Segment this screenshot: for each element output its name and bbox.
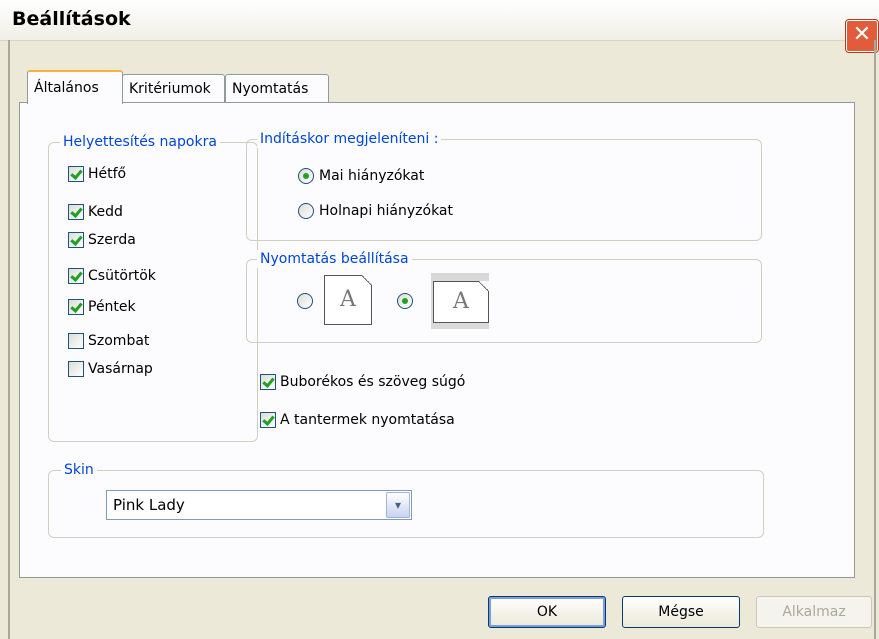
startup-group-label: Indításkor megjeleníteni : — [257, 130, 442, 148]
skin-group-label: Skin — [61, 461, 97, 479]
checkbox-vasarnap[interactable] — [68, 361, 84, 377]
days-group-label: Helyettesítés napokra — [60, 133, 220, 151]
checkbox-kedd[interactable] — [68, 204, 84, 220]
checkbox-label: Vasárnap — [88, 361, 153, 377]
cancel-button[interactable]: Mégse — [622, 596, 740, 628]
radio-mai-hianyzokat[interactable] — [298, 168, 314, 184]
tab-nyomtatas[interactable]: Nyomtatás — [225, 74, 329, 102]
skin-select[interactable]: Pink Lady ▾ — [106, 490, 412, 520]
checkbox-tantermek-nyomtatasa[interactable] — [260, 412, 276, 428]
checkbox-szerda[interactable] — [68, 232, 84, 248]
print-settings-group-label: Nyomtatás beállítása — [257, 250, 412, 268]
checkbox-csutortok[interactable] — [68, 268, 84, 284]
checkbox-hetfo[interactable] — [68, 166, 84, 182]
apply-button[interactable]: Alkalmaz — [756, 596, 872, 628]
tab-altalanos[interactable]: Általános — [27, 70, 123, 104]
checkbox-buborekos-sugo[interactable] — [260, 374, 276, 390]
window-title: Beállítások — [12, 8, 131, 30]
startup-group — [246, 139, 762, 241]
checkbox-label: Hétfő — [88, 166, 127, 182]
checkbox-label: Péntek — [88, 299, 136, 315]
radio-label: Holnapi hiányzókat — [319, 203, 454, 219]
checkbox-label: Kedd — [88, 204, 123, 220]
days-group — [48, 142, 258, 442]
landscape-page-icon[interactable]: A — [433, 281, 489, 323]
checkbox-szombat[interactable] — [68, 333, 84, 349]
radio-landscape[interactable] — [397, 293, 413, 309]
radio-label: Mai hiányzókat — [319, 168, 425, 184]
skin-select-value: Pink Lady — [113, 496, 185, 514]
tab-kriteriumok[interactable]: Kritériumok — [122, 74, 225, 102]
radio-portrait[interactable] — [297, 293, 313, 309]
checkbox-label: A tantermek nyomtatása — [280, 412, 455, 428]
window-frame-left — [8, 40, 10, 639]
title-bar: Beállítások — [0, 0, 879, 41]
checkbox-pentek[interactable] — [68, 299, 84, 315]
checkbox-label: Szerda — [88, 232, 136, 248]
ok-button[interactable]: OK — [488, 596, 606, 628]
portrait-page-icon[interactable]: A — [324, 275, 372, 325]
chevron-down-icon[interactable]: ▾ — [386, 492, 410, 518]
checkbox-label: Buborékos és szöveg súgó — [280, 374, 466, 390]
checkbox-label: Csütörtök — [88, 268, 156, 284]
radio-holnapi-hianyzokat[interactable] — [298, 203, 314, 219]
window-frame-right — [874, 40, 876, 639]
checkbox-label: Szombat — [88, 333, 150, 349]
